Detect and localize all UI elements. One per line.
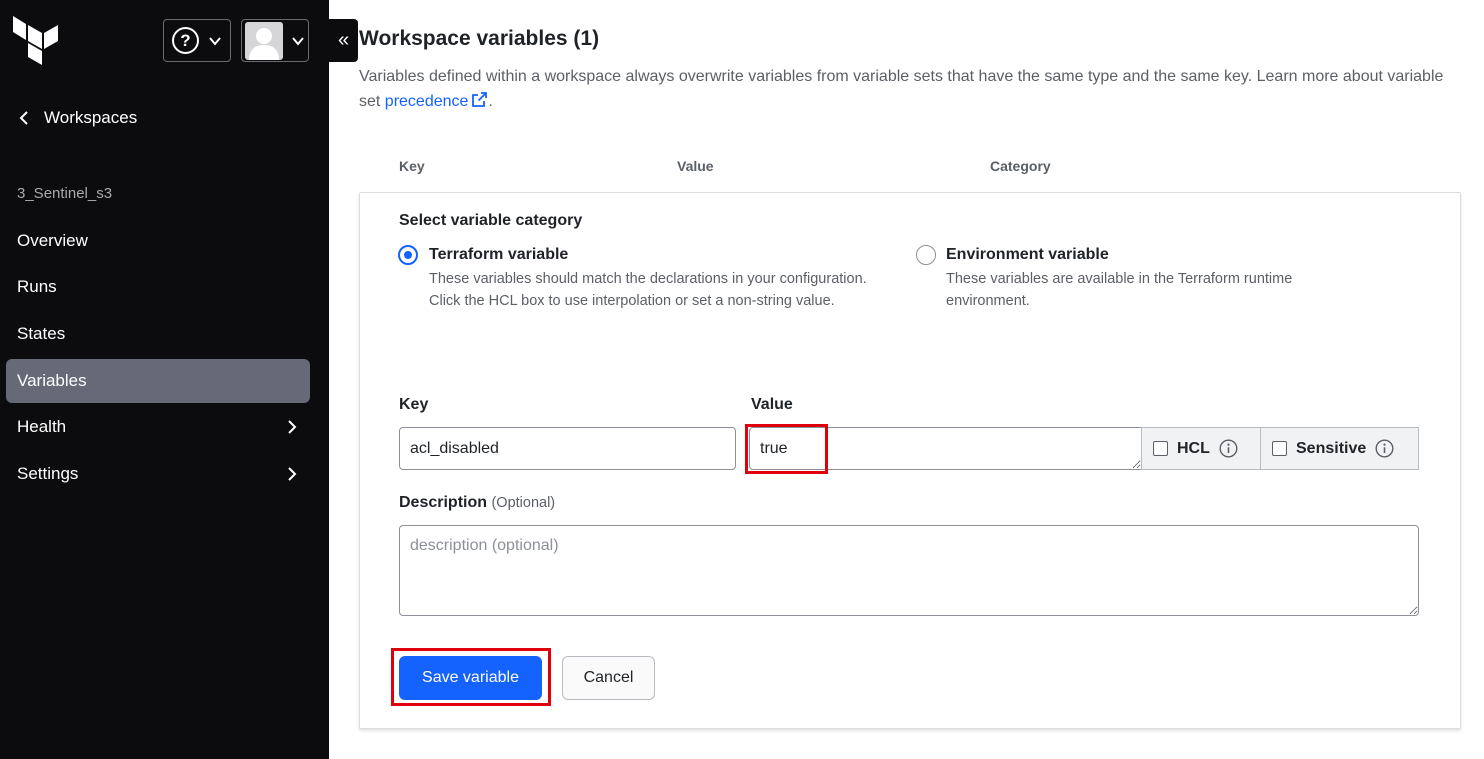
value-label: Value [751, 396, 793, 413]
sensitive-checkbox-group: Sensitive [1260, 427, 1419, 470]
description-textarea[interactable] [399, 525, 1419, 616]
chevron-down-icon [209, 36, 221, 46]
environment-variable-title: Environment variable [946, 246, 1109, 263]
user-avatar-icon [245, 21, 283, 60]
value-input[interactable]: true [749, 427, 1142, 470]
sidebar-item-settings[interactable]: Settings [6, 452, 310, 496]
sidebar-item-label: Settings [17, 464, 79, 483]
sidebar-item-variables[interactable]: Variables [6, 359, 310, 403]
hcl-label: HCL [1177, 439, 1210, 457]
sensitive-label: Sensitive [1296, 439, 1367, 457]
key-input[interactable] [399, 427, 736, 470]
hcl-checkbox-group: HCL [1141, 427, 1261, 470]
environment-variable-help: These variables are available in the Ter… [946, 271, 1293, 309]
chevron-down-icon [292, 36, 304, 46]
cancel-button[interactable]: Cancel [562, 656, 655, 700]
workspace-name: 3_Sentinel_s3 [17, 185, 113, 202]
double-chevron-left-icon: « [337, 29, 350, 51]
terraform-variable-help: These variables should match the declara… [429, 271, 867, 309]
user-menu-button[interactable] [241, 19, 309, 62]
save-variable-button[interactable]: Save variable [399, 656, 542, 700]
environment-variable-radio[interactable] [916, 245, 936, 265]
sidebar: ? Workspaces 3_Sentinel_s3 Overview Runs… [0, 0, 329, 759]
sidebar-item-label: States [17, 324, 66, 343]
page-description: Variables defined within a workspace alw… [359, 68, 1444, 110]
sidebar-item-runs[interactable]: Runs [6, 265, 310, 309]
column-header-key: Key [399, 158, 425, 174]
info-icon[interactable] [1219, 439, 1238, 458]
column-header-value: Value [677, 158, 714, 174]
chevron-right-icon [288, 420, 297, 434]
sidebar-item-overview[interactable]: Overview [6, 219, 310, 263]
terraform-logo-icon[interactable] [13, 15, 59, 65]
select-category-label: Select variable category [399, 212, 583, 229]
back-link-label: Workspaces [44, 108, 138, 127]
sensitive-checkbox[interactable] [1272, 441, 1287, 456]
info-icon[interactable] [1375, 439, 1394, 458]
external-link-icon [472, 92, 488, 107]
collapse-sidebar-button[interactable]: « [329, 19, 358, 62]
chevron-right-icon [288, 467, 297, 481]
back-to-workspaces-link[interactable]: Workspaces [18, 108, 137, 128]
sidebar-item-label: Overview [17, 231, 88, 250]
key-label: Key [399, 396, 429, 413]
terraform-variable-radio[interactable] [398, 245, 418, 265]
terraform-variable-title: Terraform variable [429, 246, 569, 263]
sidebar-item-health[interactable]: Health [6, 405, 310, 449]
precedence-link[interactable]: precedence [385, 92, 489, 110]
sidebar-item-label: Health [17, 417, 67, 436]
hcl-checkbox[interactable] [1153, 441, 1168, 456]
sidebar-item-states[interactable]: States [6, 312, 310, 356]
optional-hint: (Optional) [491, 495, 556, 511]
help-menu-button[interactable]: ? [163, 19, 231, 62]
chevron-left-icon [19, 111, 28, 125]
column-header-category: Category [990, 158, 1051, 174]
help-circle-icon: ? [172, 27, 199, 54]
sidebar-item-label: Variables [17, 371, 87, 390]
description-label: Description (Optional) [399, 494, 556, 511]
sidebar-item-label: Runs [17, 277, 57, 296]
page-title: Workspace variables (1) [359, 27, 600, 50]
